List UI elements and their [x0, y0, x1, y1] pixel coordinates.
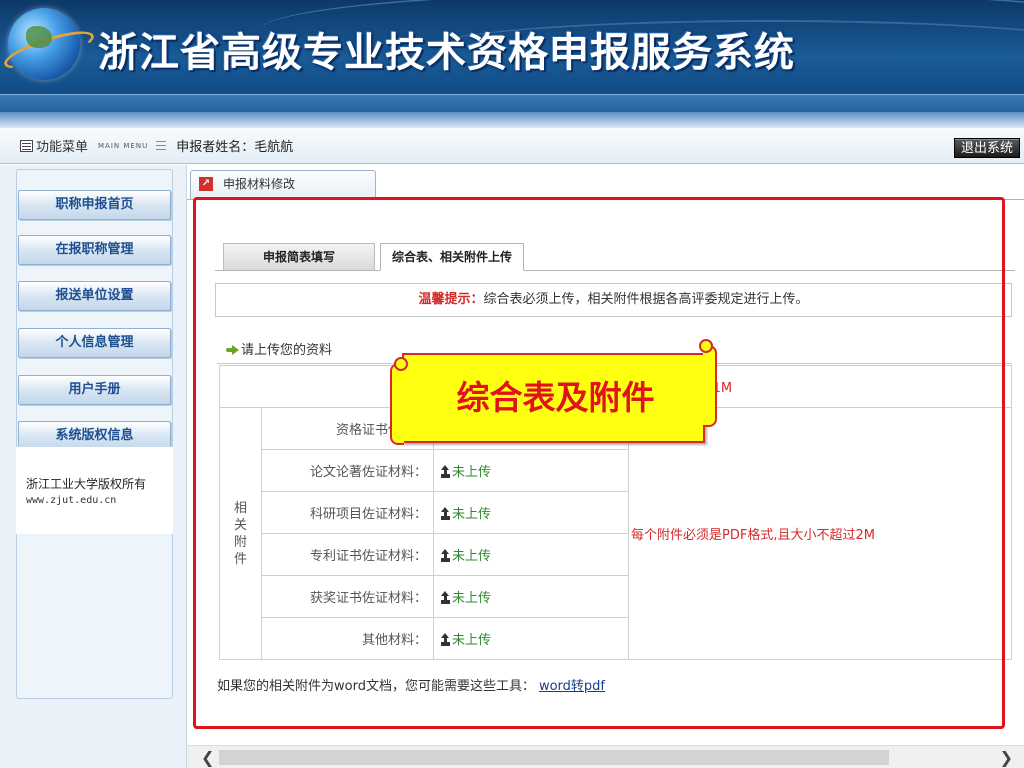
upload-link[interactable]: 未上传	[433, 533, 629, 576]
system-title: 浙江省高级专业技术资格申报服务系统	[98, 30, 795, 75]
tab-label: 申报材料修改	[223, 177, 296, 191]
attachment-label: 专利证书佐证材料：	[261, 533, 434, 576]
content-area: ↗ 申报材料修改 申报简表填写 综合表、相关附件上传 温馨提示：综合表必须上传，…	[186, 165, 1024, 768]
upload-icon	[440, 633, 451, 645]
banner-bar	[0, 112, 1024, 128]
attachment-status-text: 未上传	[452, 591, 492, 606]
word-to-pdf-link[interactable]: word转pdf	[539, 679, 605, 694]
callout-banner: 综合表及附件	[390, 339, 717, 445]
attachment-label: 科研项目佐证材料：	[261, 491, 434, 534]
sidebar-item-personal-info[interactable]: 个人信息管理	[18, 328, 171, 358]
tab-baseline	[215, 270, 1015, 271]
tab-upload[interactable]: 综合表、相关附件上传	[380, 243, 524, 271]
scroll-left-icon[interactable]: ❮	[201, 748, 214, 767]
upload-link[interactable]: 未上传	[433, 617, 629, 660]
tab-divider	[187, 199, 1024, 200]
upload-link[interactable]: 未上传	[433, 575, 629, 618]
scroll-right-icon[interactable]: ❯	[1000, 748, 1013, 767]
attachment-status-text: 未上传	[452, 507, 492, 522]
hint-banner: 温馨提示：综合表必须上传，相关附件根据各高评委规定进行上传。	[215, 283, 1012, 317]
upload-heading: 请上传您的资料	[225, 339, 332, 358]
attachment-label: 获奖证书佐证材料：	[261, 575, 434, 618]
attachment-label: 论文论著佐证材料：	[261, 449, 434, 492]
scroll-curl-decoration	[390, 357, 408, 445]
hint-label: 温馨提示：	[418, 292, 484, 307]
attachment-note: 每个附件必须是PDF格式,且大小不超过2M	[628, 407, 1012, 660]
sidebar-item-user-manual[interactable]: 用户手册	[18, 375, 171, 405]
upload-icon	[440, 465, 451, 477]
horizontal-scrollbar[interactable]: ❮ ❯	[187, 745, 1024, 768]
attachment-status-text: 未上传	[452, 549, 492, 564]
attachment-status-text: 未上传	[452, 465, 492, 480]
tab-form-fill[interactable]: 申报简表填写	[223, 243, 375, 271]
callout-text: 综合表及附件	[456, 378, 655, 417]
upload-icon	[440, 591, 451, 603]
sidebar-item-home[interactable]: 职称申报首页	[18, 190, 171, 220]
reporter-name: 申报者姓名：毛航航	[176, 140, 294, 155]
site-url: www.zjut.edu.cn	[26, 495, 117, 506]
tab-material-edit[interactable]: ↗ 申报材料修改	[190, 170, 376, 200]
upload-icon	[440, 507, 451, 519]
upload-link[interactable]: 未上传	[433, 491, 629, 534]
upload-heading-text: 请上传您的资料	[241, 343, 333, 358]
globe-logo-icon	[8, 8, 80, 80]
attachment-status-text: 未上传	[452, 633, 492, 648]
sidebar-item-unit-settings[interactable]: 报送单位设置	[18, 281, 171, 311]
tab-mark-icon: ↗	[199, 177, 213, 191]
menu-label-en: MAIN MENU	[98, 141, 149, 150]
collapse-icon[interactable]	[156, 141, 167, 150]
arrow-right-icon	[225, 342, 239, 356]
word-tool-note: 如果您的相关附件为word文档，您可能需要这些工具： word转pdf	[217, 675, 605, 694]
sidebar: 职称申报首页 在报职称管理 报送单位设置 个人信息管理 用户手册 系统版权信息 …	[0, 165, 186, 768]
header-banner: 浙江省高级专业技术资格申报服务系统	[0, 0, 1024, 128]
upload-icon	[440, 549, 451, 561]
main-menu-heading: 功能菜单 MAIN MENU	[20, 136, 174, 155]
menu-icon	[20, 139, 33, 152]
scrollbar-thumb[interactable]	[219, 750, 889, 765]
attachment-label: 其他材料：	[261, 617, 434, 660]
copyright-text: 浙江工业大学版权所有	[26, 477, 147, 491]
hint-text: 综合表必须上传，相关附件根据各高评委规定进行上传。	[483, 292, 809, 307]
logout-button[interactable]: 退出系统	[953, 138, 1020, 158]
side-label: 相关附件	[219, 407, 262, 660]
sidebar-item-title-management[interactable]: 在报职称管理	[18, 235, 171, 265]
menu-bar: 功能菜单 MAIN MENU 申报者姓名：毛航航 退出系统	[0, 128, 1024, 164]
side-label-text: 相关附件	[233, 500, 247, 567]
word-note-text: 如果您的相关附件为word文档，您可能需要这些工具：	[217, 679, 535, 694]
menu-label: 功能菜单	[36, 140, 89, 155]
upload-link[interactable]: 未上传	[433, 449, 629, 492]
